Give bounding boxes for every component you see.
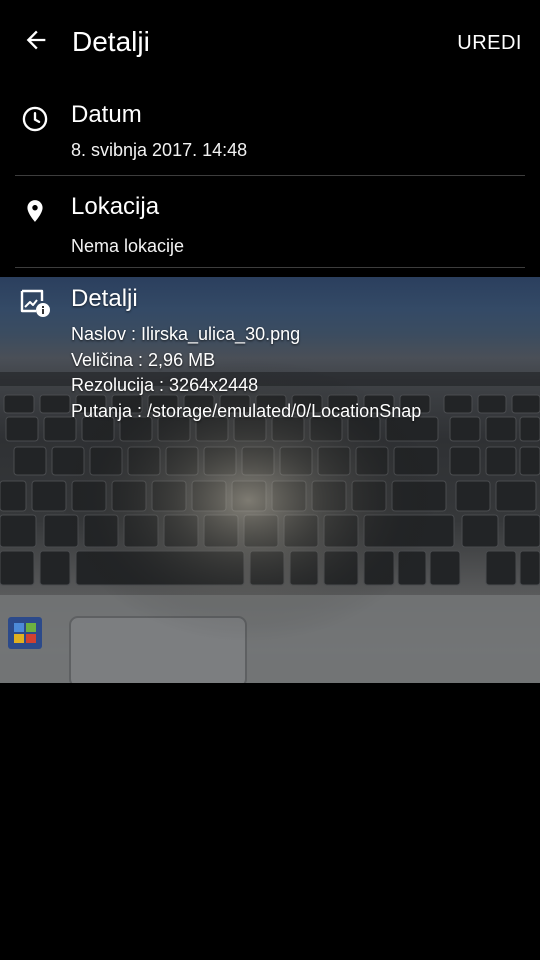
date-heading: Datum [71, 101, 142, 128]
image-info-icon [18, 285, 52, 319]
details-heading: Detalji [71, 285, 138, 312]
file-title-line: Naslov : Ilirska_ulica_30.png [71, 324, 301, 344]
location-heading: Lokacija [71, 193, 160, 220]
location-value: Nema lokacije [71, 236, 185, 256]
file-path-line: Putanja : /storage/emulated/0/LocationSn… [71, 401, 422, 421]
divider [15, 175, 525, 176]
edit-button[interactable]: UREDI [457, 30, 522, 56]
clock-icon [20, 104, 50, 134]
back-button[interactable] [14, 22, 58, 62]
arrow-back-icon [22, 26, 50, 59]
date-section: Datum 8. svibnja 2017. 14:48 [0, 96, 540, 176]
app-bar: Detalji UREDI [0, 0, 540, 86]
location-section: Lokacija Nema lokacije [0, 188, 540, 268]
resolution-line: Rezolucija : 3264x2448 [71, 375, 259, 395]
page-title: Detalji [72, 26, 150, 57]
photo-background: Detalji Naslov : Ilirska_ulica_30.png Ve… [0, 277, 540, 683]
location-pin-icon [20, 196, 50, 226]
file-size-line: Veličina : 2,96 MB [71, 350, 216, 370]
divider [15, 267, 525, 268]
details-section: Detalji Naslov : Ilirska_ulica_30.png Ve… [0, 277, 540, 683]
date-value: 8. svibnja 2017. 14:48 [71, 140, 248, 160]
